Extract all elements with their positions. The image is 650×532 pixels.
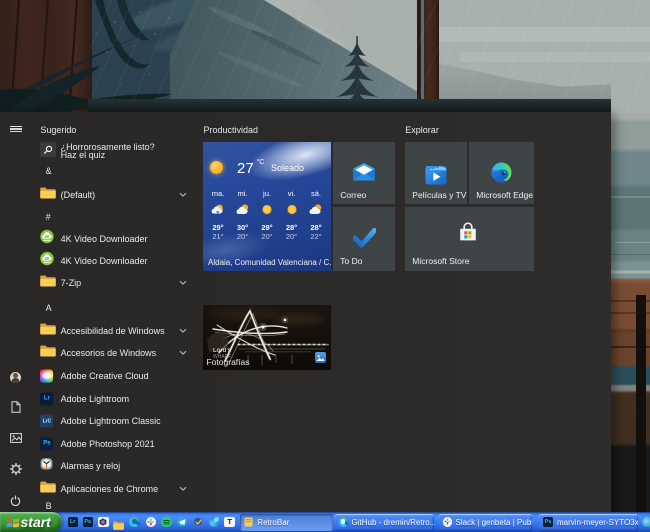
svg-text:4K: 4K <box>45 256 50 261</box>
svg-text:4K: 4K <box>45 234 50 239</box>
